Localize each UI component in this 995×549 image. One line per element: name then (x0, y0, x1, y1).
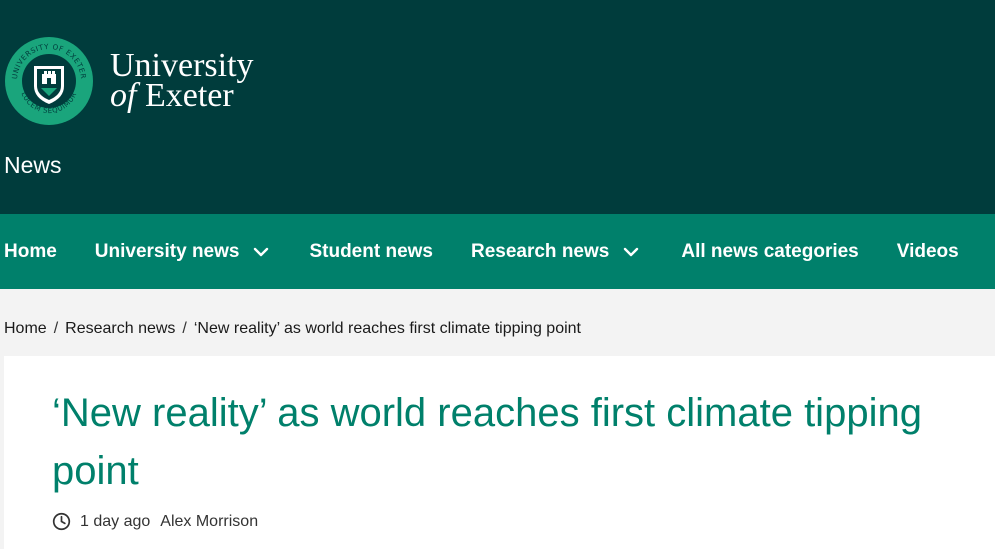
article-title: ‘New reality’ as world reaches first cli… (52, 391, 922, 493)
university-logo[interactable]: UNIVERSITY OF EXETER LUCEM SEQUIMUR Univ… (4, 36, 254, 126)
nav-label: Research news (470, 240, 610, 262)
chevron-down-icon (254, 247, 269, 256)
article-time: 1 day ago (80, 512, 151, 530)
nav-item-research-news[interactable]: Research news (471, 241, 639, 263)
breadcrumb: Home / Research news / ‘New reality’ as … (4, 320, 581, 338)
breadcrumb-separator: / (182, 320, 187, 337)
main-nav: Home University news Student news Resear… (0, 214, 995, 289)
article-meta: 1 day ago Alex Morrison (52, 512, 258, 531)
breadcrumb-research-news[interactable]: Research news (65, 320, 175, 338)
wordmark-of: of (110, 77, 137, 114)
breadcrumb-home[interactable]: Home (4, 320, 47, 338)
nav-item-all-news-categories[interactable]: All news categories (681, 241, 858, 263)
clock-icon (52, 512, 71, 531)
nav-label: Home (4, 240, 57, 262)
nav-label: Student news (309, 240, 433, 262)
nav-label: University news (94, 240, 240, 262)
section-title[interactable]: News (4, 152, 62, 179)
nav-item-home[interactable]: Home (4, 241, 57, 263)
chevron-down-icon (624, 247, 639, 256)
nav-label: Videos (896, 240, 959, 262)
nav-item-videos[interactable]: Videos (897, 241, 959, 263)
nav-item-student-news[interactable]: Student news (309, 241, 433, 263)
nav-label: All news categories (681, 240, 859, 262)
university-seal-icon: UNIVERSITY OF EXETER LUCEM SEQUIMUR (5, 37, 93, 125)
nav-item-university-news[interactable]: University news (95, 241, 270, 263)
wordmark-line2: of Exeter (110, 79, 254, 113)
article-content: ‘New reality’ as world reaches first cli… (4, 356, 995, 549)
article-author[interactable]: Alex Morrison (160, 513, 258, 531)
breadcrumb-separator: / (53, 320, 59, 337)
university-wordmark: University of Exeter (110, 49, 254, 113)
site-header: UNIVERSITY OF EXETER LUCEM SEQUIMUR Univ… (0, 0, 995, 214)
wordmark-exeter: Exeter (144, 77, 234, 114)
breadcrumb-current: ‘New reality’ as world reaches first cli… (193, 320, 581, 337)
